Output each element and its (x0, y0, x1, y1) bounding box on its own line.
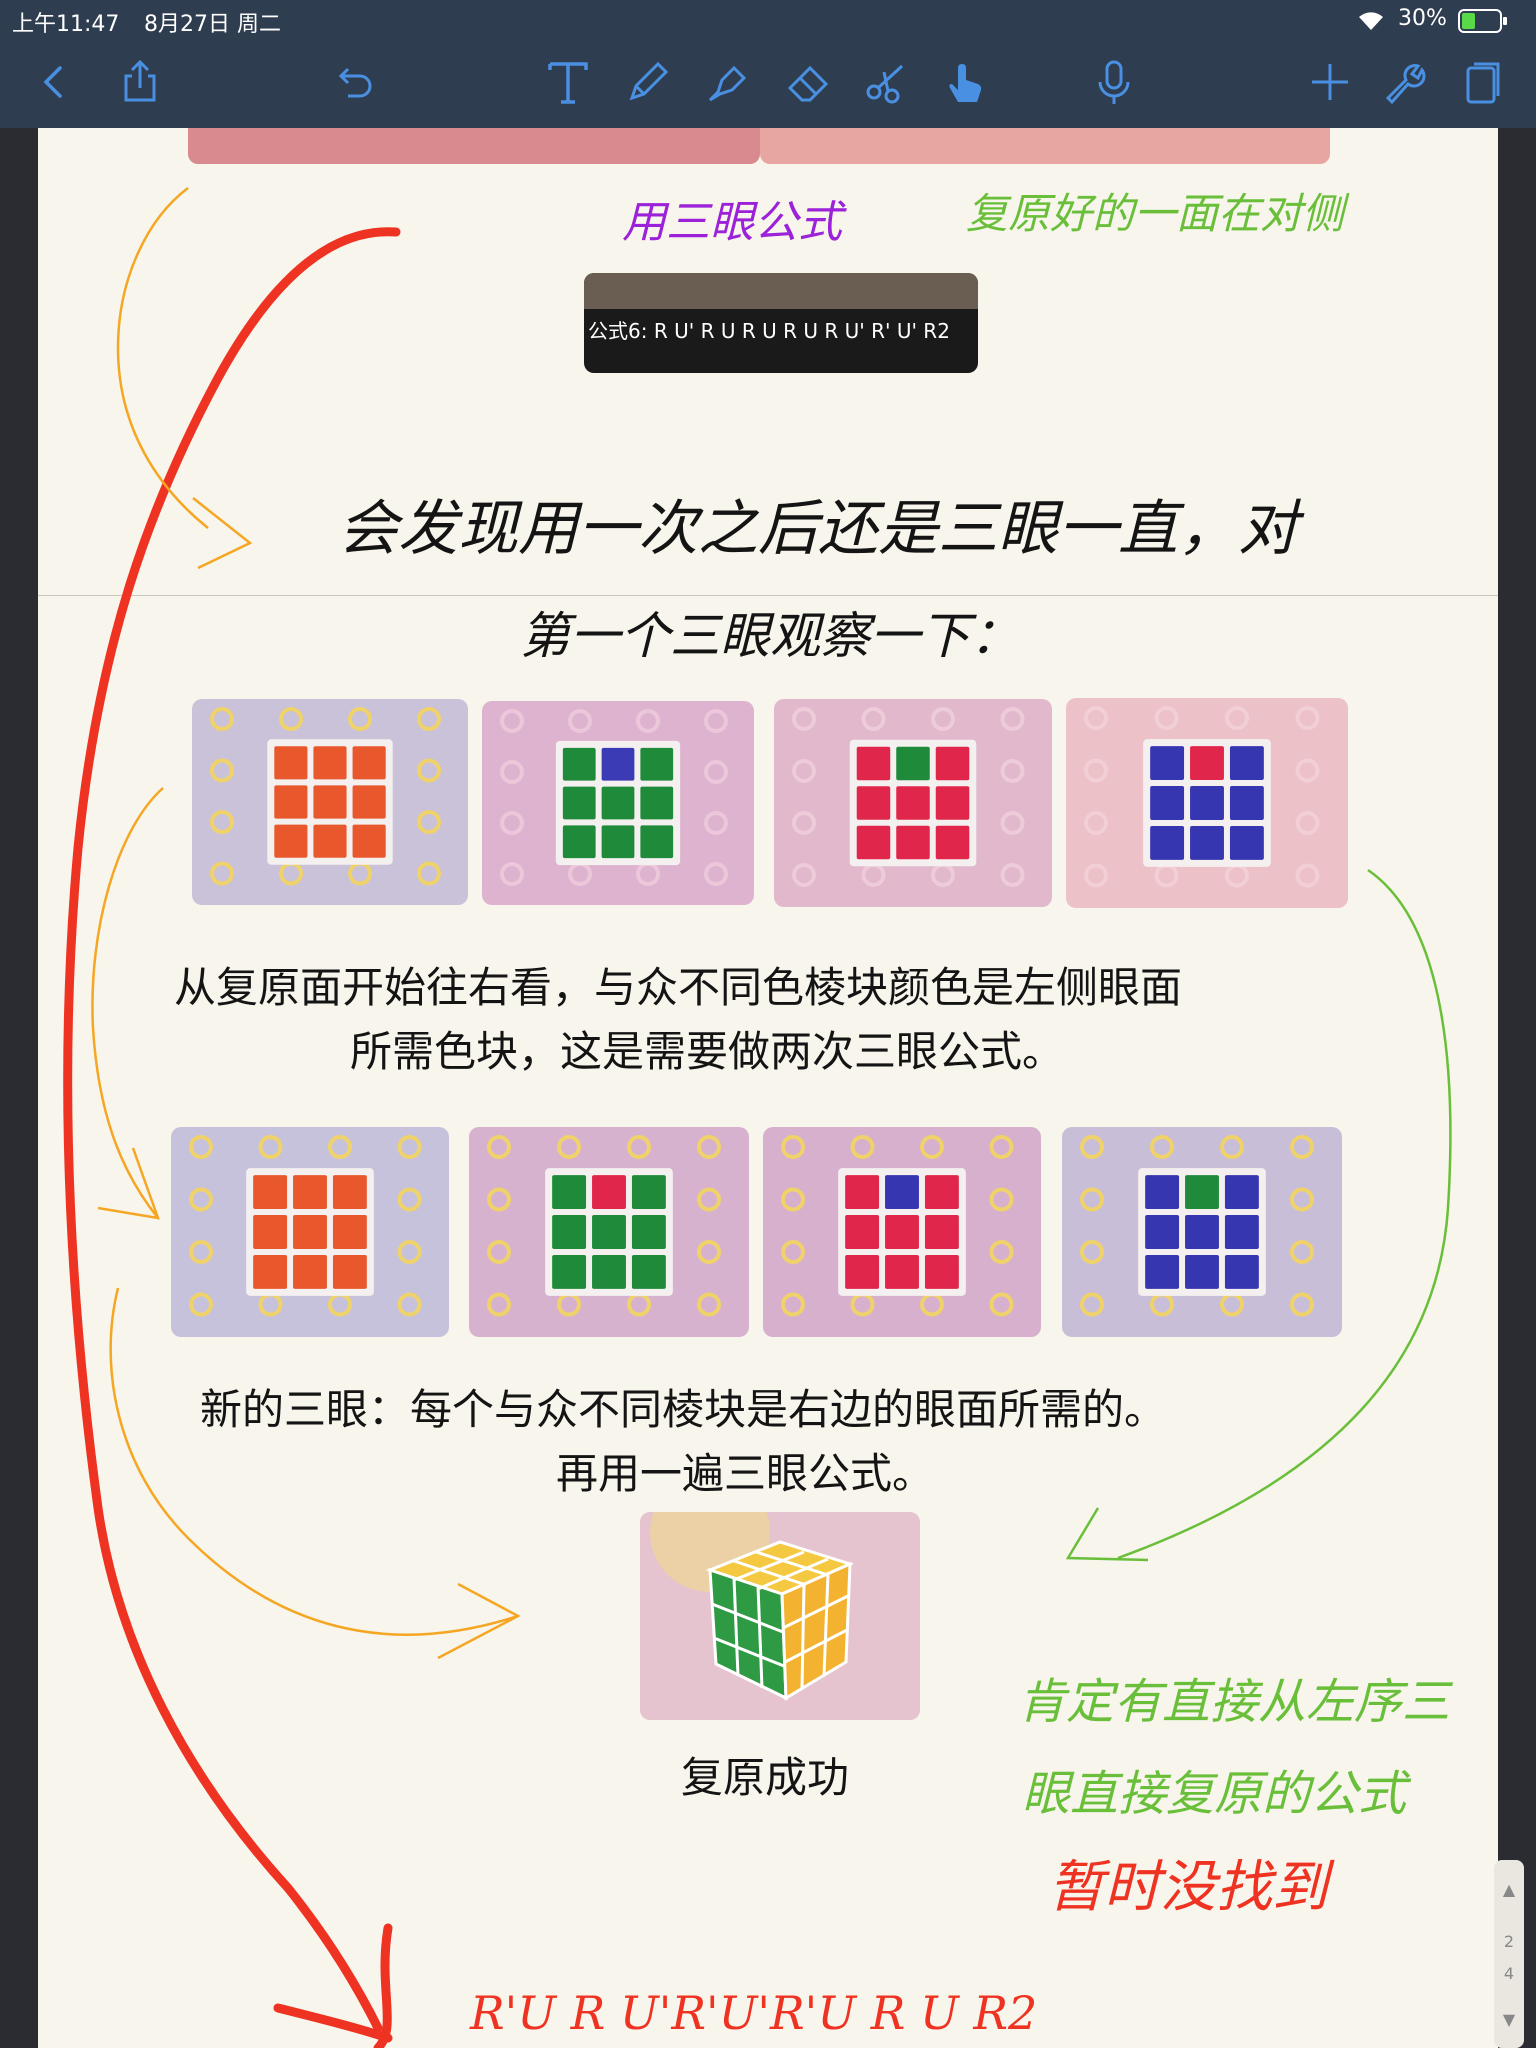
toolbar (0, 40, 1536, 128)
formula-screenshot[interactable]: 公式6: R U' R U R U R U R U' R' U' R2 (584, 273, 978, 373)
undo-button[interactable] (326, 58, 382, 110)
orange-ink-arrow-3 (109, 1287, 521, 1660)
pen-icon (624, 58, 672, 110)
wrench-icon (1380, 58, 1428, 110)
chevron-up-icon: ▲ (1502, 1880, 1516, 1899)
handwritten-line-2: 第一个三眼观察一下： (520, 607, 1020, 665)
back-button[interactable] (26, 58, 82, 110)
cube-photo-4[interactable] (1066, 698, 1348, 908)
text-block-1-line-1: 从复原面开始往右看，与众不同色棱块颜色是左侧眼面 (174, 963, 1183, 1012)
chevron-down-icon: ▼ (1502, 2010, 1516, 2029)
text-block-1-line-2: 所需色块，这是需要做两次三眼公式。 (350, 1027, 1065, 1076)
microphone-button[interactable] (1086, 58, 1142, 110)
text-block-2-line-1: 新的三眼：每个与众不同棱块是右边的眼面所需的。 (200, 1385, 1167, 1434)
success-caption: 复原成功 (681, 1753, 850, 1802)
microphone-icon (1090, 58, 1138, 110)
pages-button[interactable] (1454, 58, 1510, 110)
cube-photo-5[interactable] (171, 1127, 449, 1337)
cube-photo-7[interactable] (763, 1127, 1041, 1337)
current-page-number: 2 (1503, 1932, 1515, 1951)
battery-icon (1458, 9, 1508, 37)
battery-percent: 30% (1398, 6, 1447, 31)
cube-photo-6[interactable] (469, 1127, 749, 1337)
cube-photo-3[interactable] (774, 699, 1052, 907)
pages-icon (1458, 58, 1506, 110)
text-tool-icon (544, 58, 592, 110)
cube-photo-1[interactable] (192, 699, 468, 905)
lasso-tool-button[interactable] (858, 58, 914, 110)
total-page-number: 4 (1503, 1964, 1515, 1983)
undo-icon (330, 58, 378, 110)
wifi-icon (1356, 8, 1386, 36)
bottom-formula: R'U R U'R'U'R'U R U R2 (470, 1986, 1038, 2040)
cube-photo-2[interactable] (482, 701, 754, 905)
highlighter-icon (704, 58, 752, 110)
handwritten-line-1: 会发现用一次之后还是三眼一直，对 (338, 494, 1298, 564)
green-note-line-1: 肯定有直接从左序三 (1018, 1674, 1451, 1730)
eraser-tool-button[interactable] (780, 58, 836, 110)
eraser-icon (784, 58, 832, 110)
cube-photo-8[interactable] (1062, 1127, 1342, 1337)
hand-pointer-icon (940, 58, 988, 110)
status-time: 上午11:47 (12, 12, 120, 37)
text-block-2-line-2: 再用一遍三眼公式。 (556, 1449, 935, 1498)
annotation-green-top: 复原好的一面在对侧 (966, 189, 1345, 238)
status-date: 8月27日 周二 (144, 12, 281, 37)
add-button[interactable] (1302, 58, 1358, 110)
share-button[interactable] (112, 58, 168, 110)
share-icon (116, 58, 164, 110)
photo-top-left[interactable] (188, 128, 760, 164)
photo-top-right[interactable] (760, 128, 1330, 164)
status-bar: 上午11:47 8月27日 周二 30% (0, 0, 1536, 40)
orange-ink-arrow-1 (116, 187, 253, 570)
annotation-purple: 用三眼公式 (622, 197, 842, 248)
plus-icon (1306, 58, 1354, 110)
hand-tool-button[interactable] (936, 58, 992, 110)
red-note: 暂时没找到 (1048, 1855, 1328, 1920)
orange-ink-arrow-2 (91, 787, 164, 1220)
red-ink-arrowhead (273, 1923, 393, 2048)
chevron-left-icon (30, 58, 78, 110)
pen-tool-button[interactable] (620, 58, 676, 110)
page-scroll-indicator[interactable]: ▲ 2 4 ▼ (1494, 1860, 1524, 2048)
note-page[interactable]: 公式6: R U' R U R U R U R U' R' U' R2 从复原面… (38, 128, 1498, 2048)
highlighter-tool-button[interactable] (700, 58, 756, 110)
text-tool-button[interactable] (540, 58, 596, 110)
tools-button[interactable] (1376, 58, 1432, 110)
solved-cube-photo[interactable] (640, 1512, 920, 1720)
green-note-line-2: 眼直接复原的公式 (1022, 1766, 1407, 1822)
formula-caption: 公式6: R U' R U R U R U R U' R' U' R2 (588, 319, 950, 343)
lasso-icon (862, 58, 910, 110)
